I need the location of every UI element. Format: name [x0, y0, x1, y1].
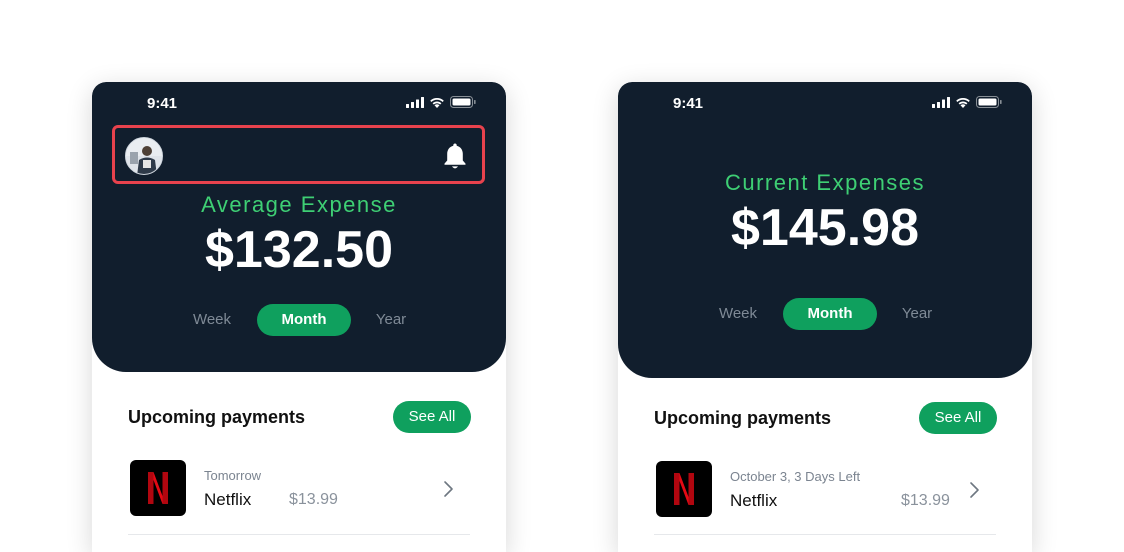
payment-name: Netflix	[204, 490, 252, 509]
bell-icon[interactable]	[442, 141, 468, 171]
list-item[interactable]: October 3, 3 Days Left Netflix $13.99	[618, 461, 1032, 521]
tab-month[interactable]: Month	[783, 298, 877, 330]
payment-price: $13.99	[289, 491, 338, 508]
payment-date: October 3, 3 Days Left	[730, 469, 861, 484]
phone-screen-current-expenses: 9:41 Current Expenses $145.98 Week Month…	[618, 82, 1032, 552]
see-all-button[interactable]: See All	[393, 401, 471, 433]
tab-month[interactable]: Month	[257, 304, 351, 336]
status-icons	[406, 96, 476, 108]
tab-year[interactable]: Year	[877, 298, 957, 330]
tab-year[interactable]: Year	[351, 304, 431, 336]
avatar[interactable]	[125, 137, 163, 175]
expense-header: 9:41 Current Expenses $145.98 Week Month…	[618, 82, 1032, 378]
highlight-annotation	[112, 125, 485, 184]
status-icons	[932, 96, 1002, 108]
status-time: 9:41	[673, 95, 704, 112]
period-tabs: Week Month Year	[618, 298, 1032, 330]
wifi-icon	[430, 97, 444, 108]
battery-icon	[976, 96, 1002, 108]
period-tabs: Week Month Year	[92, 304, 506, 336]
signal-icon	[406, 96, 424, 108]
see-all-button[interactable]: See All	[919, 402, 997, 434]
status-time: 9:41	[147, 95, 178, 112]
current-expenses-amount: $145.98	[731, 199, 919, 257]
netflix-logo	[130, 460, 186, 516]
payment-date: Tomorrow	[204, 468, 262, 483]
signal-icon	[932, 96, 950, 108]
battery-icon	[450, 96, 476, 108]
wifi-icon	[956, 97, 970, 108]
divider	[128, 534, 470, 535]
average-expense-label: Average Expense	[201, 192, 397, 217]
average-expense-amount: $132.50	[205, 221, 393, 279]
list-item[interactable]: Tomorrow Netflix $13.99	[92, 460, 506, 520]
current-expenses-label: Current Expenses	[724, 170, 926, 195]
tab-week[interactable]: Week	[693, 298, 783, 330]
payment-name: Netflix	[730, 491, 778, 510]
expense-header: 9:41 Average Expense $132.50 Week Month …	[92, 82, 506, 372]
section-title: Upcoming payments	[128, 407, 306, 427]
chevron-right-icon[interactable]	[968, 481, 980, 499]
tab-week[interactable]: Week	[167, 304, 257, 336]
chevron-right-icon[interactable]	[442, 480, 454, 498]
divider	[654, 534, 996, 535]
netflix-logo	[656, 461, 712, 517]
payment-price: $13.99	[901, 492, 950, 509]
phone-screen-average-expense: 9:41 Average Expense $132.50 Week Month …	[92, 82, 506, 552]
section-title: Upcoming payments	[654, 408, 832, 428]
